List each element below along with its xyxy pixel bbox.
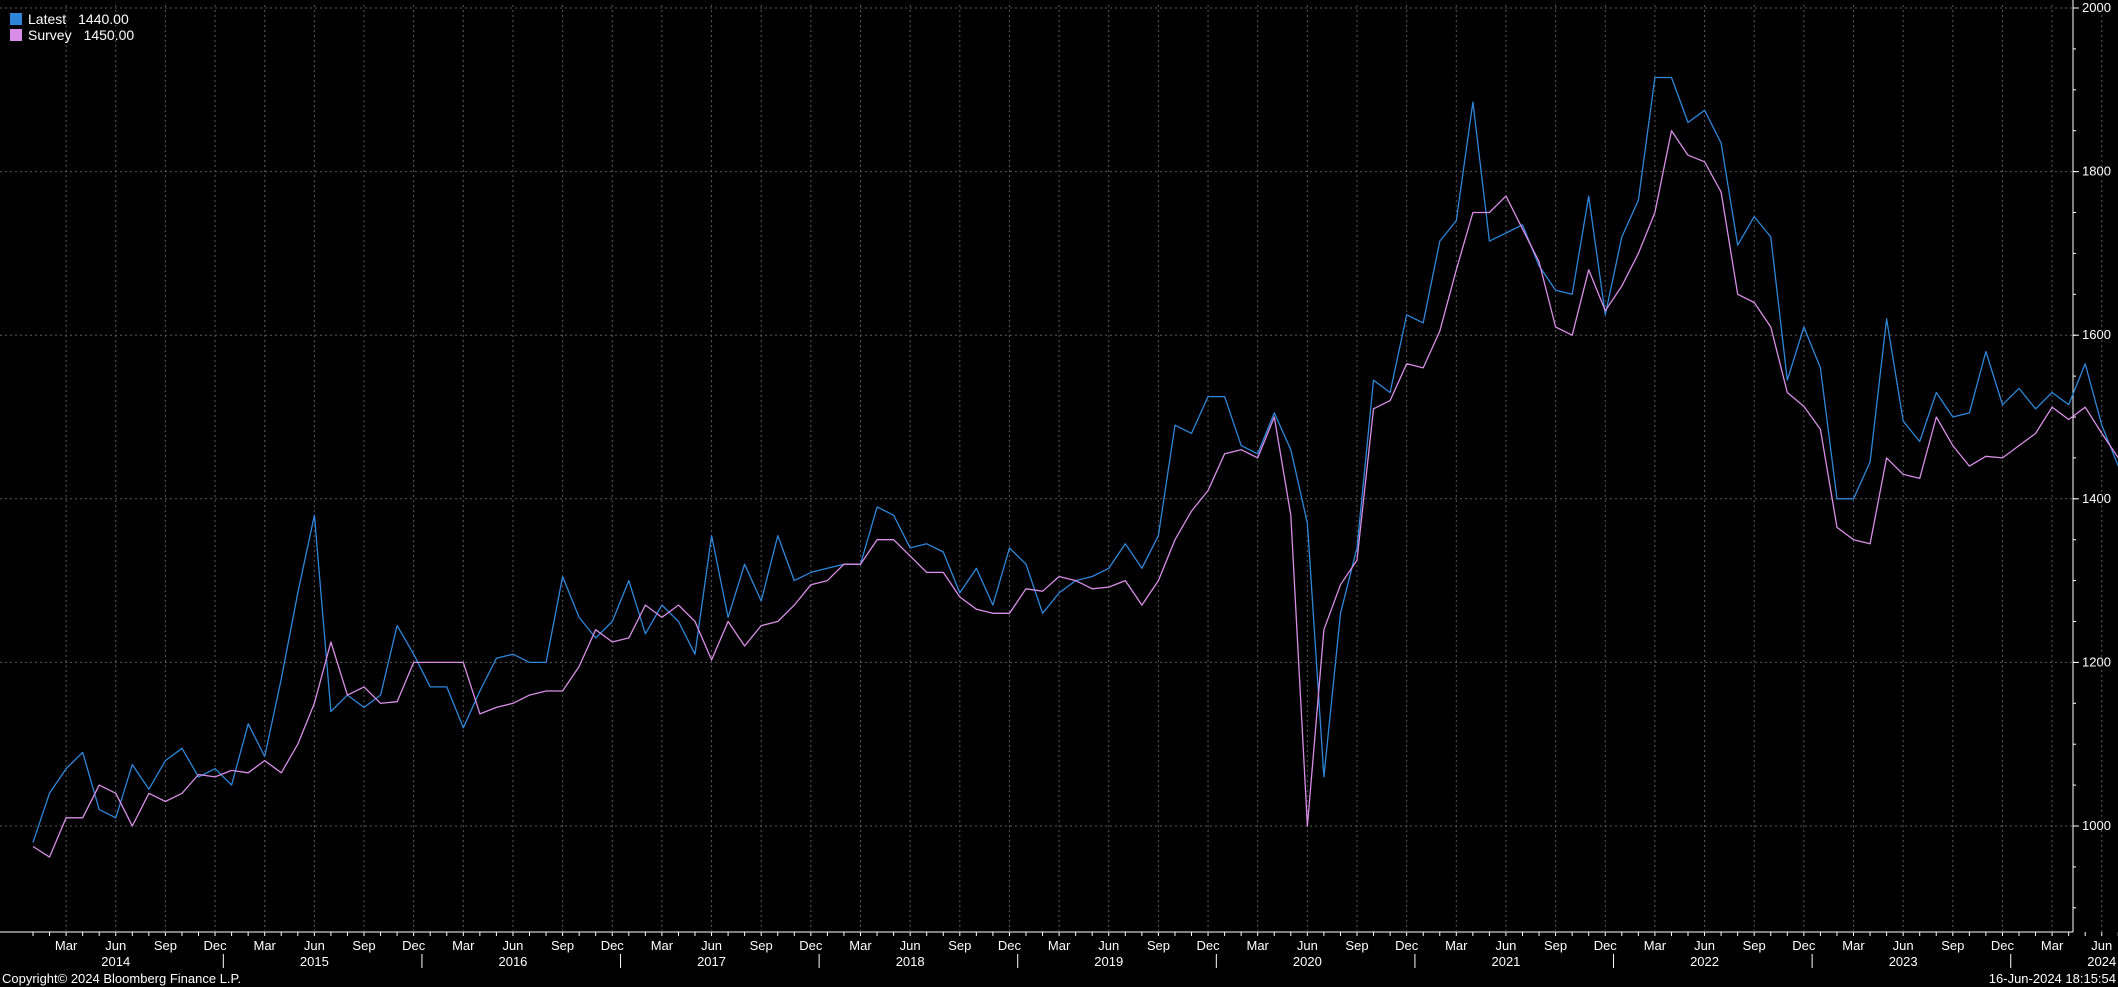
x-tick-label: Sep — [1544, 938, 1567, 953]
x-tick-label: Dec — [799, 938, 823, 953]
x-tick-label: Sep — [352, 938, 375, 953]
x-tick-label: Dec — [1594, 938, 1618, 953]
x-tick-label: Jun — [1694, 938, 1715, 953]
x-tick-label: Jun — [900, 938, 921, 953]
x-tick-label: Jun — [701, 938, 722, 953]
x-tick-label: Mar — [2041, 938, 2064, 953]
legend-swatch-survey — [10, 29, 22, 41]
legend-item-latest: Latest 1440.00 — [10, 11, 134, 27]
series-line-survey — [32, 130, 2118, 858]
x-tick-label: Jun — [1297, 938, 1318, 953]
x-tick-label: Dec — [402, 938, 426, 953]
x-tick-label: Sep — [1743, 938, 1766, 953]
x-tick-label: Jun — [1495, 938, 1516, 953]
x-tick-label: Mar — [1644, 938, 1667, 953]
x-tick-label: Mar — [1247, 938, 1270, 953]
x-year-label: 2023 — [1889, 954, 1918, 969]
x-tick-label: Dec — [1395, 938, 1419, 953]
x-tick-label: Sep — [551, 938, 574, 953]
x-tick-label: Mar — [1445, 938, 1468, 953]
y-tick-label: 1600 — [2082, 327, 2111, 342]
series-line-latest — [32, 76, 2118, 843]
x-tick-label: Dec — [1196, 938, 1220, 953]
x-tick-label: Sep — [750, 938, 773, 953]
x-tick-label: Jun — [1098, 938, 1119, 953]
x-tick-label: Sep — [154, 938, 177, 953]
x-year-label: 2015 — [300, 954, 329, 969]
x-tick-label: Mar — [254, 938, 277, 953]
x-tick-label: Mar — [55, 938, 78, 953]
y-tick-label: 1200 — [2082, 654, 2111, 669]
x-tick-label: Mar — [651, 938, 674, 953]
x-tick-label: Dec — [203, 938, 227, 953]
x-tick-label: Jun — [502, 938, 523, 953]
y-tick-label: 1800 — [2082, 164, 2111, 179]
legend-swatch-latest — [10, 13, 22, 25]
x-tick-label: Mar — [1842, 938, 1865, 953]
x-year-label: 2024 — [2087, 954, 2116, 969]
x-tick-label: Jun — [1893, 938, 1914, 953]
x-tick-label: Jun — [105, 938, 126, 953]
x-tick-label: Jun — [304, 938, 325, 953]
x-tick-label: Dec — [1792, 938, 1816, 953]
y-tick-label: 1000 — [2082, 818, 2111, 833]
x-year-label: 2022 — [1690, 954, 1719, 969]
x-tick-label: Jun — [2091, 938, 2112, 953]
x-tick-label: Mar — [1048, 938, 1071, 953]
timestamp-text: 16-Jun-2024 18:15:54 — [1988, 971, 2116, 986]
x-tick-label: Dec — [601, 938, 625, 953]
legend-label-survey: Survey — [28, 27, 72, 43]
x-year-label: 2016 — [498, 954, 527, 969]
x-year-label: 2018 — [896, 954, 925, 969]
x-year-label: 2020 — [1293, 954, 1322, 969]
x-tick-label: Mar — [452, 938, 475, 953]
x-tick-label: Dec — [998, 938, 1022, 953]
copyright-text: Copyright© 2024 Bloomberg Finance L.P. — [2, 971, 242, 986]
x-tick-label: Sep — [1941, 938, 1964, 953]
x-year-label: 2021 — [1491, 954, 1520, 969]
x-tick-label: Sep — [1147, 938, 1170, 953]
x-year-label: 2014 — [101, 954, 130, 969]
legend-value-survey: 1450.00 — [83, 27, 135, 43]
line-chart: 1000 1200 1400 1600 1800 2000 Mar Jun Sep Dec Mar J… — [0, 0, 2118, 969]
legend-label-latest: Latest — [28, 11, 67, 27]
x-tick-label: Sep — [948, 938, 971, 953]
x-tick-label: Mar — [849, 938, 872, 953]
x-tick-label: Dec — [1991, 938, 2015, 953]
x-year-label: 2017 — [697, 954, 726, 969]
y-tick-label: 1400 — [2082, 491, 2111, 506]
legend-value-latest: 1440.00 — [78, 11, 129, 27]
x-tick-label: Sep — [1345, 938, 1368, 953]
x-year-label: 2019 — [1094, 954, 1123, 969]
y-tick-label: 2000 — [2082, 0, 2111, 15]
legend: Latest 1440.00 Survey 1450.00 — [10, 11, 134, 43]
legend-item-survey: Survey 1450.00 — [10, 27, 134, 43]
